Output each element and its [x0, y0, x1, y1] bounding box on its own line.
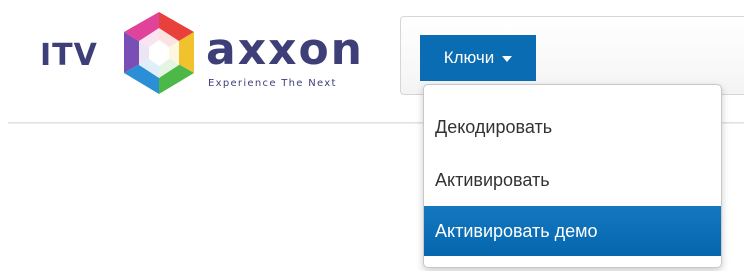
menu-item-activate[interactable]: Активировать	[424, 155, 721, 205]
logo-wordmark: axxon	[206, 24, 365, 75]
menu-item-activate-demo[interactable]: Активировать демо	[424, 206, 721, 256]
caret-down-icon	[502, 56, 513, 62]
keys-dropdown-menu: Декодировать Активировать Активировать д…	[423, 84, 722, 268]
menu-item-decode[interactable]: Декодировать	[424, 102, 721, 152]
menu-item-label: Активировать демо	[435, 220, 598, 241]
menu-item-label: Активировать	[435, 169, 550, 190]
logo-prefix: ITV	[40, 38, 98, 73]
logo-tagline: Experience The Next	[208, 78, 337, 89]
hexagon-logo-icon	[124, 12, 194, 94]
keys-button-label: Ключи	[443, 48, 495, 67]
menu-item-label: Декодировать	[435, 116, 553, 137]
keys-dropdown-button[interactable]: Ключи	[420, 35, 536, 81]
itv-axxon-logo: ITV axxon Experience The Next	[40, 8, 400, 108]
